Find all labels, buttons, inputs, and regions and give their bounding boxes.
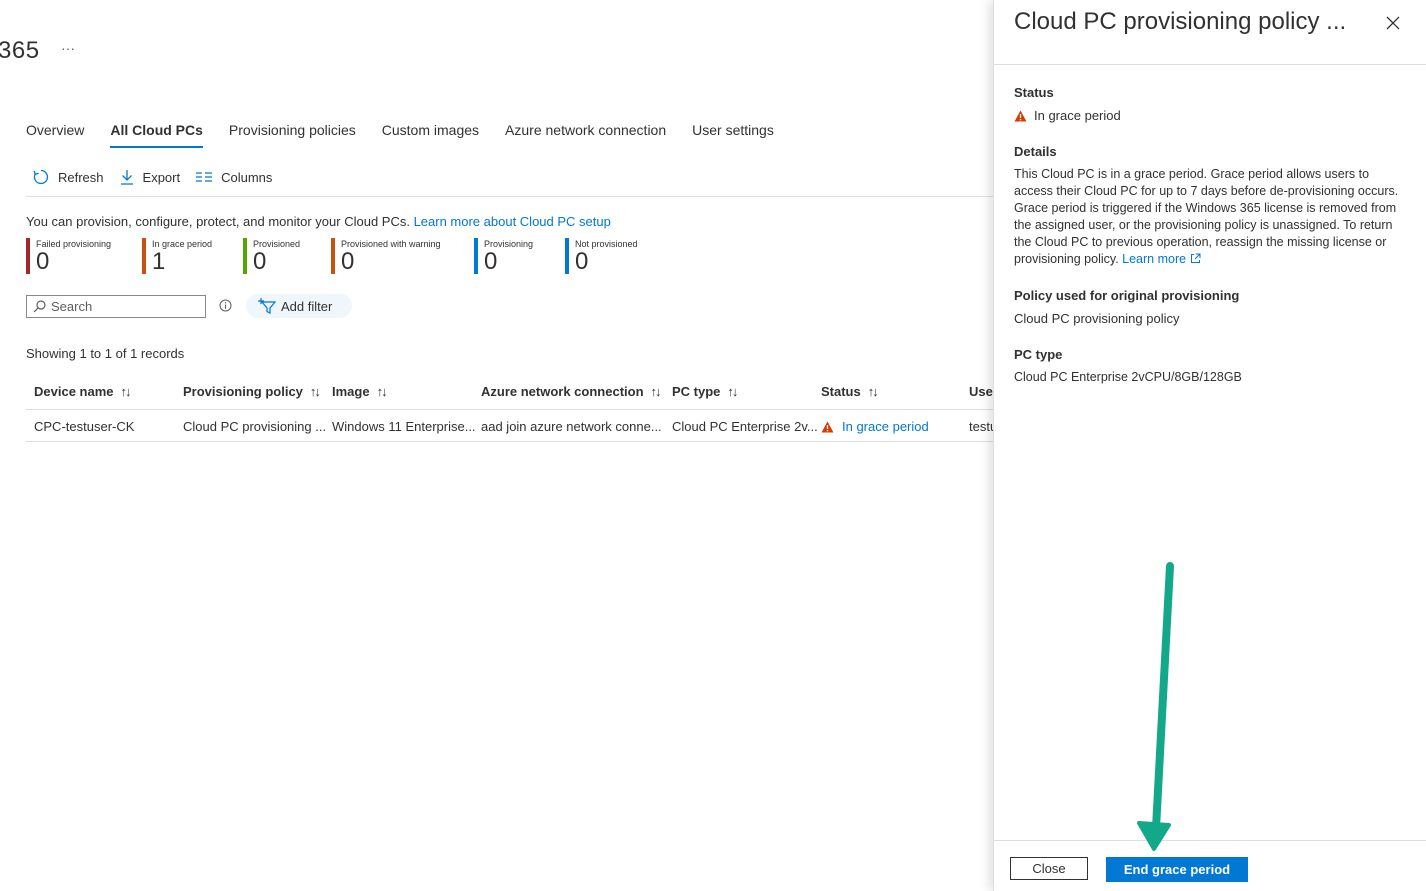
refresh-label: Refresh xyxy=(58,169,104,185)
tile-value: 1 xyxy=(152,248,166,275)
tile-value: 0 xyxy=(484,248,498,275)
columns-button[interactable]: Columns xyxy=(195,170,272,185)
search-icon xyxy=(33,300,46,313)
export-button[interactable]: Export xyxy=(119,168,181,186)
external-link-icon[interactable] xyxy=(1190,253,1201,264)
learn-more-setup-link[interactable]: Learn more about Cloud PC setup xyxy=(414,214,611,229)
refresh-button[interactable]: Refresh xyxy=(32,168,104,186)
tab-user-settings[interactable]: User settings xyxy=(692,122,774,148)
tile-value: 0 xyxy=(575,248,589,275)
warning-icon xyxy=(1014,110,1027,121)
column-header-status[interactable]: Status ↑↓ xyxy=(821,384,879,399)
pc-type-heading: PC type xyxy=(1014,347,1063,362)
info-icon[interactable] xyxy=(219,299,232,312)
column-header-image[interactable]: Image ↑↓ xyxy=(332,384,388,399)
description: You can provision, configure, protect, a… xyxy=(26,214,611,229)
warning-icon xyxy=(821,421,834,432)
columns-icon xyxy=(196,172,213,182)
learn-more-link[interactable]: Learn more xyxy=(1122,252,1186,266)
column-header-azure-network-connection[interactable]: Azure network connection ↑↓ xyxy=(481,384,662,399)
tile-label: Provisioned with warning xyxy=(341,239,441,249)
cell-status: In grace period xyxy=(821,419,966,434)
add-filter-label: Add filter xyxy=(281,298,333,314)
tile-not-provisioned[interactable]: Not provisioned 0 xyxy=(565,238,638,274)
column-header-provisioning-policy[interactable]: Provisioning policy ↑↓ xyxy=(183,384,321,399)
tab-all-cloud-pcs[interactable]: All Cloud PCs xyxy=(110,122,203,148)
cell-provisioning-policy: Cloud PC provisioning ... xyxy=(183,419,327,434)
records-count: Showing 1 to 1 of 1 records xyxy=(26,346,185,361)
panel-title: Cloud PC provisioning policy ... xyxy=(1014,8,1347,35)
column-label: Status xyxy=(821,384,861,399)
cell-user: testu xyxy=(969,419,993,434)
column-label: Azure network connection xyxy=(481,384,644,399)
export-label: Export xyxy=(142,169,181,185)
cell-device-name[interactable]: CPC-testuser-CK xyxy=(34,419,179,434)
columns-label: Columns xyxy=(221,169,273,185)
sort-icon: ↑↓ xyxy=(120,384,132,399)
table-row[interactable]: CPC-testuser-CK Cloud PC provisioning ..… xyxy=(26,410,993,442)
status-link[interactable]: In grace period xyxy=(842,419,929,434)
status-value: In grace period xyxy=(1014,108,1121,123)
cell-pc-type: Cloud PC Enterprise 2v... xyxy=(672,419,817,434)
cell-azure-network-connection: aad join azure network conne... xyxy=(481,419,662,434)
tab-custom-images[interactable]: Custom images xyxy=(382,122,479,148)
search-input[interactable] xyxy=(51,299,191,314)
sort-icon: ↑↓ xyxy=(309,384,321,399)
more-options-button[interactable]: ··· xyxy=(61,40,75,56)
column-header-device-name[interactable]: Device name ↑↓ xyxy=(34,384,132,399)
add-filter-button[interactable]: Add filter xyxy=(246,294,352,318)
tab-overview[interactable]: Overview xyxy=(26,122,84,148)
table-header: Device name ↑↓ Provisioning policy ↑↓ Imag… xyxy=(26,374,993,410)
column-label: Provisioning policy xyxy=(183,384,303,399)
details-panel: Cloud PC provisioning policy ... Status … xyxy=(993,0,1426,891)
column-label: Image xyxy=(332,384,370,399)
status-text: In grace period xyxy=(1034,108,1121,123)
column-label: PC type xyxy=(672,384,721,399)
tab-provisioning-policies[interactable]: Provisioning policies xyxy=(229,122,356,148)
policy-heading: Policy used for original provisioning xyxy=(1014,288,1240,303)
sort-icon: ↑↓ xyxy=(867,384,879,399)
sort-icon: ↑↓ xyxy=(376,384,388,399)
column-label: User xyxy=(969,384,993,399)
column-label: Device name xyxy=(34,384,114,399)
close-icon[interactable] xyxy=(1386,16,1400,30)
tile-failed-provisioning[interactable]: Failed provisioning 0 xyxy=(26,238,111,274)
cell-image: Windows 11 Enterprise... xyxy=(332,419,476,434)
page-title: 365 xyxy=(0,37,40,64)
refresh-icon xyxy=(33,169,49,185)
tile-value: 0 xyxy=(36,248,50,275)
status-heading: Status xyxy=(1014,85,1054,100)
column-header-user[interactable]: User xyxy=(969,384,993,399)
end-grace-period-button[interactable]: End grace period xyxy=(1106,857,1248,882)
tile-in-grace-period[interactable]: In grace period 1 xyxy=(142,238,212,274)
add-filter-icon xyxy=(258,298,276,314)
main-content: 365 ··· Overview All Cloud PCs Provision… xyxy=(0,0,993,891)
details-body: This Cloud PC is in a grace period. Grac… xyxy=(1014,167,1399,266)
column-header-pc-type[interactable]: PC type ↑↓ xyxy=(672,384,738,399)
tab-azure-network-connection[interactable]: Azure network connection xyxy=(505,122,666,148)
tile-provisioning[interactable]: Provisioning 0 xyxy=(474,238,533,274)
search-box xyxy=(26,295,206,318)
close-button[interactable]: Close xyxy=(1010,857,1088,880)
footer-divider xyxy=(994,840,1426,841)
tile-provisioned-with-warning[interactable]: Provisioned with warning 0 xyxy=(331,238,441,274)
tile-value: 0 xyxy=(253,248,267,275)
tab-bar: Overview All Cloud PCs Provisioning poli… xyxy=(26,122,800,148)
command-bar: Refresh Export Columns xyxy=(32,168,287,186)
sort-icon: ↑↓ xyxy=(650,384,662,399)
sort-icon: ↑↓ xyxy=(727,384,738,399)
toolbar-divider xyxy=(26,196,993,197)
panel-divider xyxy=(994,64,1426,65)
policy-link[interactable]: Cloud PC provisioning policy xyxy=(1014,311,1179,326)
details-heading: Details xyxy=(1014,144,1057,159)
description-text: You can provision, configure, protect, a… xyxy=(26,214,414,229)
tile-provisioned[interactable]: Provisioned 0 xyxy=(243,238,300,274)
download-icon xyxy=(120,170,133,185)
details-text: This Cloud PC is in a grace period. Grac… xyxy=(1014,166,1402,268)
tile-value: 0 xyxy=(341,248,355,275)
pc-type-value: Cloud PC Enterprise 2vCPU/8GB/128GB xyxy=(1014,370,1242,384)
